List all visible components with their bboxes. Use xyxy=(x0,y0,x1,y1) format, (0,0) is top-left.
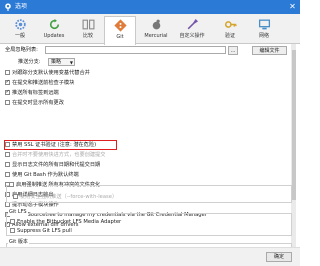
tab-label: 网络 xyxy=(258,33,269,39)
title-bar: 选项 ✕ xyxy=(0,0,300,14)
option-disable-ssl-verification[interactable]: 禁用 SSL 证书验证 (注意: 潜在危险) xyxy=(5,141,96,149)
tab-updates[interactable]: Updates xyxy=(38,16,70,43)
dialog-footer: 确定 xyxy=(0,247,300,266)
option-no-fast-forward[interactable]: 合并时不要使用快进方式，也要创建提交 xyxy=(5,151,105,159)
refresh-icon xyxy=(49,18,59,30)
option-force-push[interactable]: 启用强制推送 xyxy=(9,181,49,189)
window-title: 选项 xyxy=(15,3,28,10)
edit-file-button[interactable]: 编辑文件 xyxy=(252,45,287,55)
checkbox[interactable] xyxy=(5,161,10,167)
push-branch-label: 推送分支: xyxy=(18,59,41,65)
option-label: 在提交时显示所有更改 xyxy=(12,100,64,106)
checkbox[interactable] xyxy=(5,171,10,177)
tab-label: Mercurial xyxy=(144,33,168,39)
option-label: 合并时不要使用快进方式，也要创建提交 xyxy=(12,152,106,158)
tab-label: 一般 xyxy=(14,33,25,39)
authentication-icon xyxy=(224,21,237,28)
tab-mercurial[interactable]: Mercurial xyxy=(140,16,172,43)
checkbox[interactable] xyxy=(5,141,10,147)
checkbox[interactable] xyxy=(5,99,10,105)
tab-label: 自定义操作 xyxy=(179,33,205,39)
option-show-all-changes[interactable]: 在提交时显示所有更改 xyxy=(5,99,64,107)
checkbox[interactable] xyxy=(10,227,15,233)
chevron-down-icon: ▼ xyxy=(69,60,73,65)
checkbox[interactable] xyxy=(9,181,14,187)
option-force-with-lease[interactable]: 使用安全强制推送（--force-with-lease） xyxy=(13,193,117,201)
mercurial-icon xyxy=(152,19,160,30)
compare-icon xyxy=(82,19,94,30)
options-tab-bar: 一般 Updates 比较 Git Mercurial 自定义操作 验证 网络 xyxy=(0,14,300,45)
git-icon xyxy=(113,19,127,32)
option-label: 显示日志文件的所有日期和代提交日期 xyxy=(12,162,101,168)
sourcetree-logo-icon xyxy=(5,3,11,11)
option-label: 使用安全强制推送（--force-with-lease） xyxy=(20,194,118,200)
ok-button[interactable]: 确定 xyxy=(266,252,292,262)
tab-git[interactable]: Git xyxy=(104,16,136,45)
option-label: 使用 Git Bash 作为默认终端 xyxy=(12,172,79,178)
option-show-commit-dates[interactable]: 显示日志文件的所有日期和代提交日期 xyxy=(5,161,100,169)
checkbox[interactable] xyxy=(13,193,18,199)
git-lfs-group-label: Git LFS xyxy=(8,209,28,216)
checkbox[interactable] xyxy=(10,218,15,224)
checkbox[interactable] xyxy=(5,78,10,86)
checkbox[interactable] xyxy=(5,69,10,75)
option-rebase-default[interactable]: 对跟踪分支默认使用变基代替合并 xyxy=(5,69,90,77)
push-branch-select[interactable]: 策略 ▼ xyxy=(48,58,75,66)
tab-network[interactable]: 网络 xyxy=(248,16,280,43)
tab-label: Git xyxy=(116,34,124,40)
option-bitbucket-lfs-adapter[interactable]: Enable the Bitbucket LFS Media Adapter xyxy=(10,218,121,226)
tab-label: 验证 xyxy=(224,33,235,39)
close-window-button[interactable]: ✕ xyxy=(287,2,298,12)
network-icon xyxy=(258,19,270,30)
option-label: 对跟踪分支默认使用变基代替合并 xyxy=(12,70,90,76)
global-ignore-input[interactable] xyxy=(45,46,226,54)
option-label: Enable the Bitbucket LFS Media Adapter xyxy=(17,219,122,225)
option-git-bash-terminal[interactable]: 使用 Git Bash 作为默认终端 xyxy=(5,171,79,179)
tab-authentication[interactable]: 验证 xyxy=(214,16,246,43)
option-check-submodules[interactable]: 在提交和推送前检查子模块 xyxy=(5,78,75,87)
option-label: 推送所有标签到远端 xyxy=(12,90,59,96)
tab-label: Updates xyxy=(43,33,65,39)
custom-actions-icon xyxy=(187,18,198,30)
tab-compare[interactable]: 比较 xyxy=(72,16,104,43)
option-suppress-lfs-pull[interactable]: Suppress Git LFS pull xyxy=(10,227,72,235)
gear-icon xyxy=(14,19,26,30)
tab-custom-actions[interactable]: 自定义操作 xyxy=(176,16,208,43)
option-label: 禁用 SSL 证书验证 (注意: 潜在危险) xyxy=(12,142,97,148)
checkbox[interactable] xyxy=(5,88,10,96)
option-label: 启用强制推送 xyxy=(16,182,48,188)
option-label: Suppress Git LFS pull xyxy=(17,228,72,234)
checkbox[interactable] xyxy=(5,151,10,157)
push-branch-value: 策略 xyxy=(51,59,62,65)
option-push-all-tags[interactable]: 推送所有标签到远端 xyxy=(5,88,59,97)
global-ignore-label: 全局忽略列表: xyxy=(5,47,38,53)
browse-button[interactable]: ... xyxy=(228,45,238,55)
tab-label: 比较 xyxy=(82,33,93,39)
tab-general[interactable]: 一般 xyxy=(4,16,36,43)
git-version-group-label: Git 版本 xyxy=(8,239,29,246)
option-label: 在提交和推送前检查子模块 xyxy=(12,80,75,86)
